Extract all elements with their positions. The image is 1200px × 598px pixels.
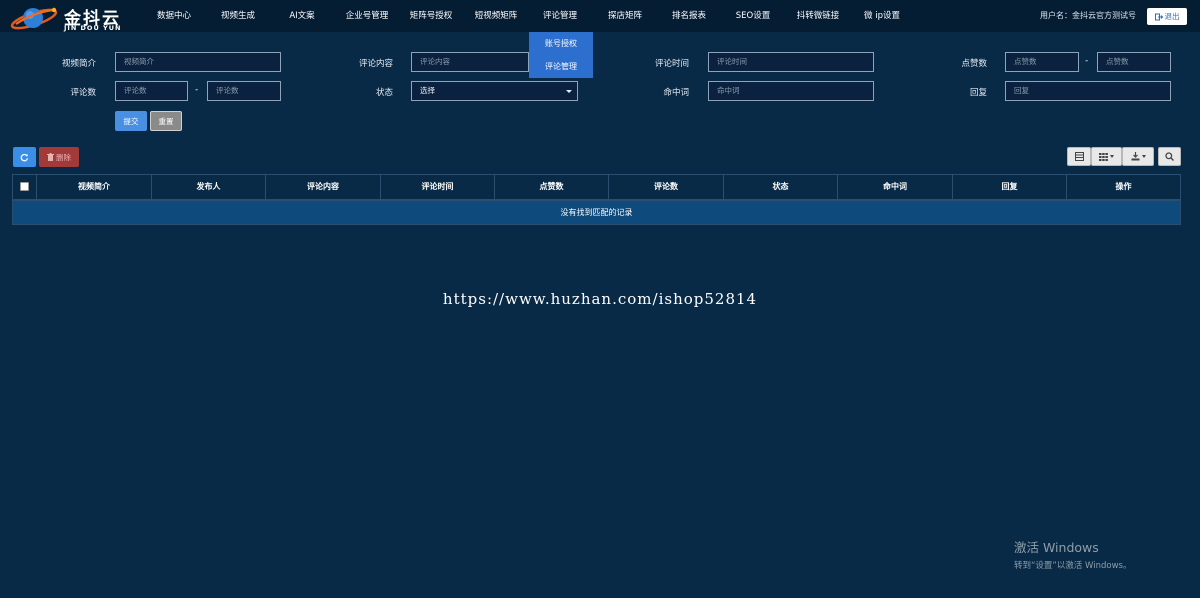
delete-label: 删除 (56, 152, 71, 162)
sign-out-icon (1154, 13, 1163, 20)
reply-input[interactable]: 回复 (1005, 81, 1171, 101)
video-intro-label: 视频简介 (61, 59, 96, 69)
grid-columns-icon (1099, 152, 1108, 161)
nav-item-matrix-authorization[interactable]: 矩阵号授权 (410, 0, 453, 32)
refresh-icon (20, 153, 29, 161)
nav-item-ai-copy[interactable]: AI文案 (289, 0, 314, 32)
hit-word-input[interactable]: 命中词 (708, 81, 874, 101)
nav-item-ranking-report[interactable]: 排名报表 (672, 0, 706, 32)
username-label: 用户名：金抖云官方测试号 (1040, 11, 1136, 20)
comment-content-label: 评论内容 (358, 59, 393, 69)
caret-down-icon (1141, 155, 1146, 158)
column-header-comment-time[interactable]: 评论时间 (381, 175, 495, 199)
nav-item-douyin-wechat-link[interactable]: 抖转微链接 (797, 0, 840, 32)
search-toggle-button[interactable] (1158, 147, 1181, 166)
select-all-cell (13, 175, 37, 199)
likes-label: 点赞数 (961, 59, 987, 69)
reply-label: 回复 (969, 88, 987, 98)
logout-label: 退出 (1164, 12, 1180, 21)
comment-count-label: 评论数 (70, 88, 96, 98)
comment-count-range-separator: - (195, 85, 199, 95)
nav-item-data-center[interactable]: 数据中心 (157, 0, 191, 32)
nav-item-seo-settings[interactable]: SEO设置 (736, 0, 770, 32)
nav-item-comment-management[interactable]: 评论管理 (543, 0, 577, 32)
delete-button[interactable]: 删除 (39, 147, 79, 167)
comment-time-label: 评论时间 (654, 59, 689, 69)
comment-count-min-input[interactable]: 评论数 (115, 81, 188, 101)
shop-url-watermark: https://www.huzhan.com/ishop52814 (442, 290, 758, 308)
reset-button[interactable]: 重置 (150, 111, 182, 131)
table-view-icon (1074, 152, 1084, 161)
comment-content-input[interactable]: 评论内容 (411, 52, 529, 72)
status-label: 状态 (375, 88, 393, 98)
nav-item-short-video-matrix[interactable]: 短视频矩阵 (475, 0, 518, 32)
dropdown-item-account-authorization[interactable]: 账号授权 (529, 32, 593, 55)
nav-item-wechat-ip-settings[interactable]: 微 ip设置 (864, 0, 900, 32)
export-button[interactable] (1122, 147, 1154, 166)
comments-table: 视频简介 发布人 评论内容 评论时间 点赞数 评论数 状态 命中词 回复 操作 … (12, 174, 1181, 225)
dropdown-item-comment-management[interactable]: 评论管理 (529, 55, 593, 78)
caret-down-icon (1110, 155, 1114, 158)
brand-logo[interactable]: 金抖云 JIN DOU YUN (10, 2, 130, 32)
column-header-status[interactable]: 状态 (724, 175, 838, 199)
likes-min-input[interactable]: 点赞数 (1005, 52, 1079, 72)
likes-max-input[interactable]: 点赞数 (1097, 52, 1171, 72)
column-header-video-intro[interactable]: 视频简介 (37, 175, 152, 199)
brand-subtitle: JIN DOU YUN (64, 24, 122, 32)
submit-button[interactable]: 提交 (115, 111, 147, 131)
column-header-likes[interactable]: 点赞数 (495, 175, 609, 199)
empty-table-message: 没有找到匹配的记录 (13, 201, 1180, 224)
column-header-hit-word[interactable]: 命中词 (838, 175, 953, 199)
planet-logo-icon (10, 7, 58, 30)
column-header-publisher[interactable]: 发布人 (152, 175, 266, 199)
select-all-checkbox[interactable] (20, 182, 29, 191)
table-header: 视频简介 发布人 评论内容 评论时间 点赞数 评论数 状态 命中词 回复 操作 (13, 175, 1180, 201)
column-header-comment-content[interactable]: 评论内容 (266, 175, 381, 199)
comment-management-dropdown: 账号授权 评论管理 (529, 32, 593, 78)
nav-item-video-generation[interactable]: 视频生成 (221, 0, 255, 32)
refresh-button[interactable] (13, 147, 36, 167)
comment-time-input[interactable]: 评论时间 (708, 52, 874, 72)
nav-item-enterprise-accounts[interactable]: 企业号管理 (346, 0, 389, 32)
toggle-view-button[interactable] (1067, 147, 1091, 166)
trash-icon (47, 153, 54, 161)
columns-toggle-button[interactable] (1091, 147, 1122, 166)
windows-activation-hint: 转到“设置”以激活 Windows。 (1014, 561, 1132, 571)
top-navbar: 金抖云 JIN DOU YUN 数据中心 视频生成 AI文案 企业号管理 矩阵号… (0, 0, 1200, 32)
status-select[interactable]: 选择 (411, 81, 578, 101)
column-header-comment-count[interactable]: 评论数 (609, 175, 724, 199)
windows-activation-title: 激活 Windows (1014, 540, 1099, 555)
search-icon (1165, 152, 1174, 161)
nav-item-store-matrix[interactable]: 探店矩阵 (608, 0, 642, 32)
caret-down-icon (566, 90, 572, 93)
download-icon (1131, 152, 1139, 161)
comment-count-max-input[interactable]: 评论数 (207, 81, 281, 101)
windows-activation-notice: 激活 Windows 转到“设置”以激活 Windows。 (1014, 537, 1131, 571)
column-header-reply[interactable]: 回复 (953, 175, 1067, 199)
status-select-value: 选择 (420, 86, 435, 95)
hit-word-label: 命中词 (663, 88, 689, 98)
video-intro-input[interactable]: 视频简介 (115, 52, 281, 72)
likes-range-separator: - (1085, 56, 1089, 66)
column-header-actions: 操作 (1115, 182, 1132, 191)
logout-button[interactable]: 退出 (1147, 8, 1187, 25)
